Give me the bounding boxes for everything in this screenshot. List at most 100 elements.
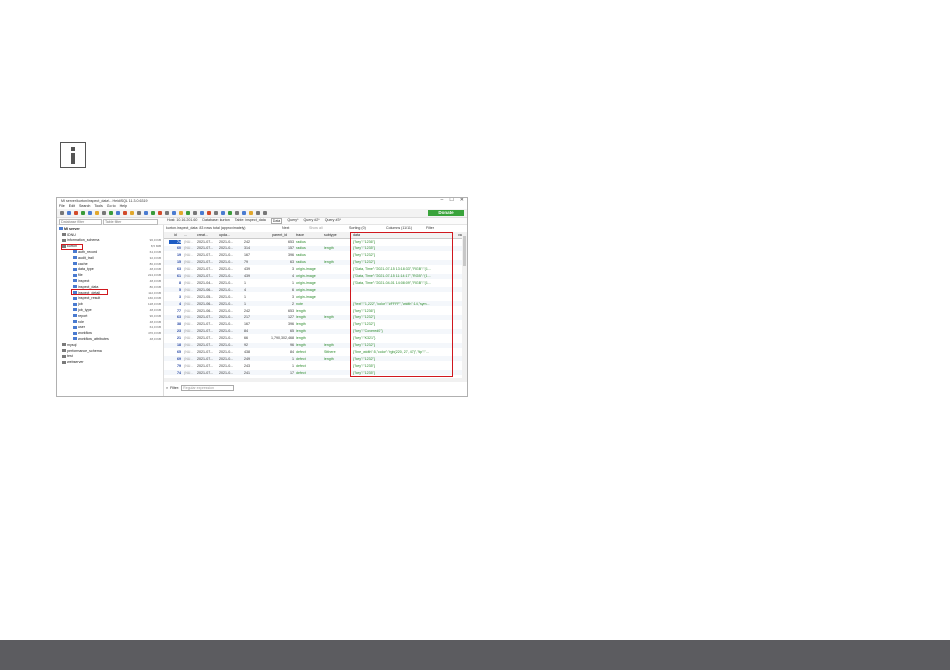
table-cell[interactable]: 21 [169,336,181,340]
table-cell[interactable]: 2021-07... [197,322,213,326]
table-cell[interactable]: defect [296,357,306,361]
toolbar-tool-icon[interactable] [151,211,155,215]
table-cell[interactable]: 2021-0... [219,240,233,244]
tree-item[interactable]: audit_trail [73,255,94,260]
table-cell[interactable]: (NU... [184,302,193,306]
table-cell[interactable]: 3 [264,295,294,299]
table-cell[interactable]: 1 [244,281,246,285]
toolbar-tool-icon[interactable] [256,211,260,215]
tab-database[interactable]: Database: kurton [202,218,229,224]
toolbar-tool-icon[interactable] [200,211,204,215]
table-cell[interactable]: 18 [169,343,181,347]
table-cell[interactable]: 167 [244,322,250,326]
toolbar-tool-icon[interactable] [130,211,134,215]
table-cell[interactable]: 77 [169,309,181,313]
tree-item[interactable]: workflow_attributes [73,336,109,341]
table-cell[interactable]: 2021-0... [219,364,233,368]
table-cell[interactable]: 438 [244,350,250,354]
table-cell[interactable]: length [296,336,306,340]
table-cell[interactable]: 127 [264,315,294,319]
table-cell[interactable]: 1 [264,364,294,368]
table-cell[interactable]: 2021-0... [219,315,233,319]
table-cell[interactable]: 167 [244,253,250,257]
table-cell[interactable]: 217 [244,315,250,319]
table-cell[interactable]: 2021-07... [197,260,213,264]
table-cell[interactable]: 84 [244,329,248,333]
table-cell[interactable]: radius [296,260,306,264]
columns-button[interactable]: Columns (11/11) [386,226,412,230]
maximize-button[interactable]: ☐ [449,198,453,203]
tree-item[interactable]: workflow [73,331,92,336]
tree-item[interactable]: job_type [73,307,92,312]
toolbar-tool-icon[interactable] [193,211,197,215]
table-cell[interactable]: 2021-0... [219,350,233,354]
table-cell[interactable]: (NU... [184,322,193,326]
tree-item[interactable]: data_type [73,267,94,272]
table-cell[interactable]: 2021-0... [219,371,233,375]
table-cell[interactable]: 1 [244,295,246,299]
next-button[interactable]: Next [282,226,289,230]
table-cell[interactable]: (NU... [184,309,193,313]
table-cell[interactable]: 1 [264,281,294,285]
tree-item[interactable]: file [73,273,83,278]
table-cell[interactable]: origin-image [296,288,316,292]
table-cell[interactable]: origin-image [296,267,316,271]
tab-data[interactable]: Data [270,218,283,224]
table-cell[interactable]: 79 [244,260,248,264]
table-cell[interactable]: 396 [264,322,294,326]
header-parent-id[interactable]: parent_id [272,233,287,237]
toolbar-tool-icon[interactable] [207,211,211,215]
toolbar-tool-icon[interactable] [102,211,106,215]
toolbar-tool-icon[interactable] [81,211,85,215]
tab-query-2[interactable]: Query #2* [304,218,320,224]
table-cell[interactable]: length [324,246,334,250]
header-col1[interactable]: ... [184,233,187,237]
table-cell[interactable]: 4 [169,302,181,306]
tree-root[interactable]: MI server [59,226,80,231]
table-cell[interactable]: 2021-0... [219,253,233,257]
table-cell[interactable]: origin-image [296,295,316,299]
table-cell[interactable]: 3 [264,267,294,271]
table-cell[interactable]: length [296,322,306,326]
table-cell[interactable]: 2021-0... [219,329,233,333]
toolbar-tool-icon[interactable] [242,211,246,215]
close-filter-icon[interactable]: × [166,386,168,390]
table-cell[interactable]: radius [296,246,306,250]
table-cell[interactable]: length [296,309,306,313]
table-cell[interactable]: 1 [264,357,294,361]
table-cell[interactable]: length [324,343,334,347]
header-id[interactable]: id [174,233,177,237]
toolbar-tool-icon[interactable] [88,211,92,215]
table-cell[interactable]: 2021-0... [219,260,233,264]
header-subtype[interactable]: subtype [324,233,337,237]
table-cell[interactable]: (NU... [184,274,193,278]
table-cell[interactable]: 2021-04... [197,281,213,285]
table-cell[interactable]: 2021-07... [197,246,213,250]
table-cell[interactable]: length [296,343,306,347]
table-cell[interactable]: 241 [244,371,250,375]
tree-item[interactable]: auth_record [73,249,97,254]
tree-item[interactable]: inspect [73,278,89,283]
table-cell[interactable]: length [296,329,306,333]
table-cell[interactable]: 2021-0... [219,295,233,299]
table-cell[interactable]: 2021-07... [197,240,213,244]
toolbar-tool-icon[interactable] [60,211,64,215]
header-updated[interactable]: upda... [219,233,230,237]
table-cell[interactable]: (NU... [184,336,193,340]
tree-item[interactable]: cache [73,261,88,266]
table-cell[interactable]: note [296,302,303,306]
vertical-scrollbar[interactable] [462,232,467,382]
table-cell[interactable]: 38 [169,322,181,326]
table-cell[interactable]: 653 [264,309,294,313]
toolbar-tool-icon[interactable] [144,211,148,215]
table-cell[interactable]: length [324,357,334,361]
table-cell[interactable]: 396 [264,253,294,257]
table-cell[interactable]: (NU... [184,246,193,250]
table-cell[interactable]: 84 [264,350,294,354]
table-cell[interactable]: 157 [264,246,294,250]
table-cell[interactable]: (NU... [184,350,193,354]
table-cell[interactable]: 8 [169,281,181,285]
table-cell[interactable]: 74 [169,239,181,244]
table-cell[interactable]: 17 [264,371,294,375]
table-cell[interactable]: (NU... [184,288,193,292]
